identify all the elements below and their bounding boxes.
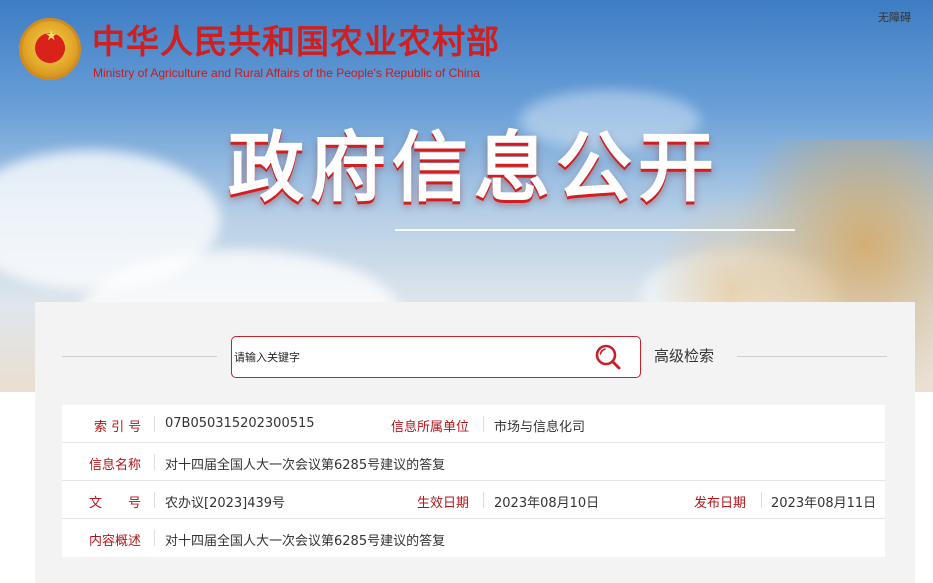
divider (761, 492, 762, 508)
search-icon (595, 344, 621, 370)
divider (483, 416, 484, 432)
divider-line (737, 356, 887, 357)
ministry-name-en: Ministry of Agriculture and Rural Affair… (93, 66, 480, 80)
name-label: 信息名称 (89, 458, 142, 473)
doc-number-value: 农办议[2023]439号 (165, 496, 286, 511)
unit-value: 市场与信息化司 (494, 420, 586, 435)
search-button[interactable] (592, 342, 626, 372)
publish-date-label: 发布日期 (694, 496, 747, 511)
doc-number-label: 文 号 (89, 496, 142, 511)
table-row: 索 引 号 07B050315202300515 信息所属单位 市场与信息化司 (62, 405, 885, 443)
unit-label: 信息所属单位 (391, 420, 470, 435)
index-label: 索 引 号 (94, 420, 142, 435)
banner-title: 政府信息公开 (228, 123, 720, 212)
table-row: 内容概述 对十四届全国人大一次会议第6285号建议的答复 (62, 519, 885, 557)
ministry-name-cn[interactable]: 中华人民共和国农业农村部 (92, 22, 500, 62)
divider (483, 492, 484, 508)
divider (154, 454, 155, 470)
index-value: 07B050315202300515 (165, 416, 315, 431)
table-row: 文 号 农办议[2023]439号 生效日期 2023年08月10日 发布日期 … (62, 481, 885, 519)
info-table: 索 引 号 07B050315202300515 信息所属单位 市场与信息化司 … (62, 405, 885, 557)
divider (154, 492, 155, 508)
divider (154, 416, 155, 432)
name-value: 对十四届全国人大一次会议第6285号建议的答复 (165, 458, 446, 473)
star-icon: ★ (45, 28, 58, 44)
title-divider (395, 229, 795, 231)
table-row: 信息名称 对十四届全国人大一次会议第6285号建议的答复 (62, 443, 885, 481)
publish-date-value: 2023年08月11日 (771, 496, 877, 511)
summary-label: 内容概述 (89, 534, 142, 549)
divider (154, 530, 155, 546)
effective-date-value: 2023年08月10日 (494, 496, 600, 511)
search-box (231, 336, 641, 378)
search-input[interactable] (232, 337, 582, 377)
effective-date-label: 生效日期 (417, 496, 470, 511)
summary-value: 对十四届全国人大一次会议第6285号建议的答复 (165, 534, 446, 549)
advanced-search-link[interactable]: 高级检索 (654, 345, 714, 366)
divider-line (62, 356, 217, 357)
national-emblem-icon[interactable]: ★ (19, 18, 81, 80)
accessibility-link[interactable]: 无障碍 (878, 9, 911, 25)
